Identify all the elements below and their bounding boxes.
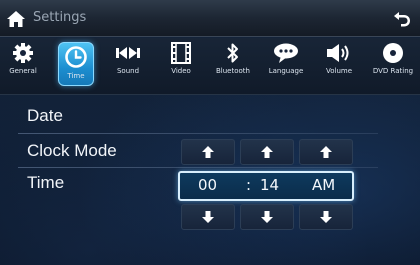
- minute-down-button[interactable]: [240, 204, 294, 230]
- category-nav: General Time Sound Video Bluetooth Langu…: [0, 38, 420, 95]
- page-title: Settings: [33, 10, 87, 25]
- nav-label-time: Time: [67, 72, 85, 80]
- arrow-up-icon: [261, 146, 273, 158]
- minute-up-button[interactable]: [240, 139, 294, 165]
- nav-label-dvd-rating: DVD Rating: [372, 67, 414, 75]
- nav-label-general: General: [9, 67, 37, 75]
- nav-item-bluetooth[interactable]: Bluetooth: [210, 42, 256, 92]
- arrow-up-icon: [202, 146, 214, 158]
- arrow-down-icon: [261, 211, 273, 223]
- nav-item-sound[interactable]: Sound: [105, 42, 151, 92]
- nav-item-volume[interactable]: Volume: [316, 42, 362, 92]
- hour-up-button[interactable]: [181, 139, 235, 165]
- film-icon: [171, 42, 191, 64]
- speech-bubble-icon: [274, 43, 298, 63]
- arrow-up-icon: [320, 146, 332, 158]
- nav-item-language[interactable]: Language: [263, 42, 309, 92]
- arrow-down-icon: [202, 211, 214, 223]
- nav-label-volume: Volume: [325, 67, 353, 75]
- period-down-button[interactable]: [299, 204, 353, 230]
- nav-item-video[interactable]: Video: [158, 42, 204, 92]
- clock-icon: [65, 46, 87, 68]
- time-field[interactable]: 00 : 14 AM: [178, 171, 354, 201]
- bluetooth-icon: [227, 43, 238, 63]
- minutes-value[interactable]: 14: [260, 176, 279, 194]
- row-divider: [18, 133, 378, 134]
- nav-item-dvd-rating[interactable]: DVD Rating: [370, 42, 416, 92]
- time-separator: :: [246, 176, 252, 194]
- row-divider: [18, 167, 378, 168]
- title-bar: Settings: [0, 0, 420, 37]
- speaker-icon: [327, 44, 349, 62]
- period-up-button[interactable]: [299, 139, 353, 165]
- period-value[interactable]: AM: [312, 176, 335, 194]
- gear-icon: [13, 43, 33, 63]
- arrow-down-icon: [320, 211, 332, 223]
- home-icon[interactable]: [6, 10, 26, 28]
- time-label[interactable]: Time: [27, 173, 64, 193]
- nav-label-video: Video: [171, 67, 191, 75]
- back-icon[interactable]: [392, 8, 412, 28]
- hour-down-button[interactable]: [181, 204, 235, 230]
- nav-item-time[interactable]: Time: [53, 42, 99, 92]
- nav-label-sound: Sound: [116, 67, 140, 75]
- nav-label-bluetooth: Bluetooth: [216, 67, 250, 75]
- nav-item-general[interactable]: General: [0, 42, 46, 92]
- nav-label-language: Language: [268, 67, 304, 75]
- sound-icon: [116, 47, 140, 59]
- clock-mode-label[interactable]: Clock Mode: [27, 141, 117, 161]
- disc-icon: [383, 43, 403, 63]
- date-label[interactable]: Date: [27, 106, 63, 126]
- settings-screen: Settings General Time Sound Video Blueto…: [0, 0, 420, 265]
- hours-value[interactable]: 00: [198, 176, 217, 194]
